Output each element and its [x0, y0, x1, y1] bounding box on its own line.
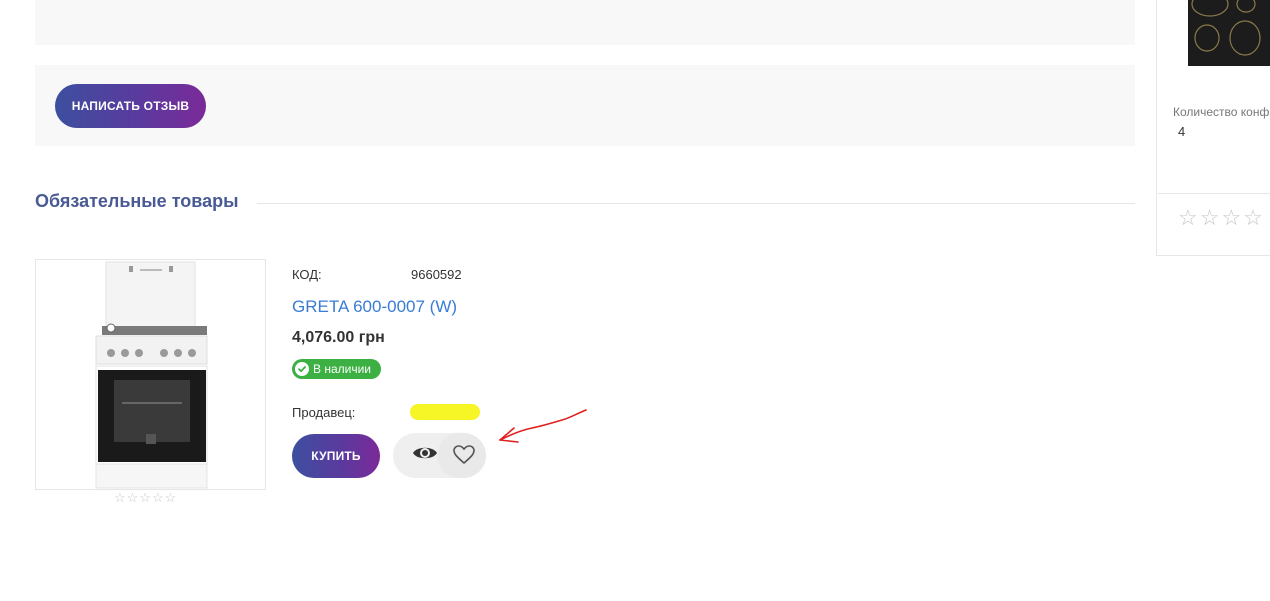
- sidebar-rating: ☆☆☆☆: [1178, 205, 1265, 230]
- code-label: КОД:: [292, 267, 322, 282]
- stock-status-text: В наличии: [313, 362, 372, 376]
- seller-label: Продавец:: [292, 405, 356, 420]
- buy-button[interactable]: КУПИТЬ: [292, 434, 380, 478]
- product-image[interactable]: [35, 259, 266, 490]
- eye-icon[interactable]: [411, 442, 439, 464]
- seller-name-redacted: [410, 404, 480, 420]
- product-actions: [393, 433, 486, 478]
- product-name-link[interactable]: GRETA 600-0007 (W): [292, 297, 457, 317]
- sidebar-product-image[interactable]: [1188, 0, 1270, 66]
- section-divider: [257, 203, 1135, 204]
- product-price: 4,076.00 грн: [292, 329, 385, 346]
- description-panel: [35, 0, 1135, 45]
- heart-icon[interactable]: [452, 444, 476, 466]
- sidebar-quantity-value: 4: [1178, 124, 1186, 139]
- stove-image: [95, 261, 208, 489]
- annotation-arrow: [494, 406, 590, 446]
- sidebar-divider: [1158, 193, 1270, 194]
- section-title: Обязательные товары: [35, 191, 239, 211]
- sidebar-quantity-label: Количество конф: [1173, 105, 1270, 119]
- product-rating: ☆☆☆☆☆: [114, 490, 178, 505]
- write-review-button[interactable]: НАПИСАТЬ ОТЗЫВ: [55, 84, 206, 128]
- check-icon: [295, 362, 309, 376]
- stock-status-badge: В наличии: [292, 359, 381, 379]
- code-value: 9660592: [411, 267, 462, 282]
